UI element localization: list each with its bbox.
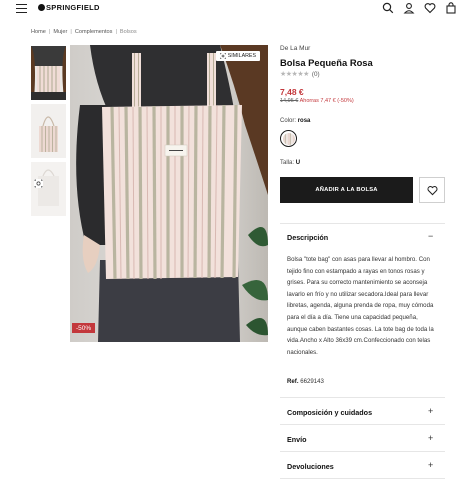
ref-value: 6629143 <box>300 378 324 385</box>
heart-icon <box>427 185 437 195</box>
returns-toggle[interactable]: Devoluciones <box>287 462 334 471</box>
shipping-toggle[interactable]: Envío <box>287 435 307 444</box>
size-value: U <box>295 160 301 166</box>
scan-icon <box>219 53 226 59</box>
description-text: Bolsa "tote bag" con asas para llevar al… <box>287 256 434 356</box>
current-price: 7,48 € <box>280 87 304 97</box>
breadcrumb-separator: | <box>48 29 51 35</box>
old-price: 14,95 € <box>280 98 299 104</box>
thumbnail-photo <box>31 162 66 216</box>
size-label-text: Talla: <box>280 160 295 166</box>
main-product-image[interactable]: SIMILARES -50% <box>70 45 268 342</box>
thumbnail-photo <box>31 104 66 158</box>
breadcrumb: Home | Mujer | Complementos | Bolsos <box>31 29 137 35</box>
thumbnail-3-similar[interactable] <box>31 162 66 216</box>
savings-text: Ahorras 7,47 € (-50%) <box>299 98 354 104</box>
product-photo <box>70 45 268 342</box>
breadcrumb-mujer[interactable]: Mujer <box>53 29 67 35</box>
plus-icon[interactable]: + <box>428 461 433 470</box>
divider <box>280 397 445 398</box>
breadcrumb-complementos[interactable]: Complementos <box>75 29 113 35</box>
color-label: Color: rosa <box>280 118 310 124</box>
color-label-text: Color: <box>280 118 297 124</box>
swatch-pattern <box>282 132 295 145</box>
thumbnail-photo <box>31 46 66 100</box>
old-price-line: 14,95 € Ahorras 7,47 € (-50%) <box>280 98 354 104</box>
size-label: Talla: U <box>280 160 300 166</box>
product-reference: Ref. 6629143 <box>287 378 324 385</box>
breadcrumb-bolsos[interactable]: Bolsos <box>120 29 137 35</box>
product-brand[interactable]: De La Mur <box>280 45 310 52</box>
logo-mark-icon <box>38 4 45 11</box>
heart-icon[interactable] <box>424 2 436 14</box>
breadcrumb-separator: | <box>115 29 117 35</box>
divider <box>280 424 445 425</box>
divider <box>280 451 445 452</box>
breadcrumb-home[interactable]: Home <box>31 29 46 35</box>
similares-button[interactable]: SIMILARES <box>215 51 260 61</box>
color-swatch-rosa[interactable] <box>280 130 297 147</box>
minus-icon[interactable]: − <box>428 232 433 241</box>
user-icon[interactable] <box>403 2 415 14</box>
discount-badge: -50% <box>72 323 96 333</box>
divider <box>280 478 445 479</box>
thumbnail-1[interactable] <box>31 46 66 100</box>
similares-label: SIMILARES <box>227 53 256 59</box>
plus-icon[interactable]: + <box>428 407 433 416</box>
header-icons <box>382 2 457 14</box>
add-to-bag-button[interactable]: AÑADIR A LA BOLSA <box>280 177 413 203</box>
search-icon[interactable] <box>382 2 394 14</box>
product-rating[interactable]: ★★★★★ (0) <box>280 70 320 79</box>
product-title: Bolsa Pequeña Rosa <box>280 57 373 68</box>
breadcrumb-separator: | <box>70 29 72 35</box>
composition-toggle[interactable]: Composición y cuidados <box>287 408 372 417</box>
rating-stars-icon: ★★★★★ <box>280 71 309 78</box>
menu-icon[interactable] <box>16 4 27 14</box>
logo-text: SPRINGFIELD <box>46 3 100 12</box>
color-value: rosa <box>297 118 311 124</box>
review-count: (0) <box>311 70 320 78</box>
ref-label: Ref. <box>287 378 299 385</box>
wishlist-button[interactable] <box>419 177 445 203</box>
bag-icon[interactable] <box>445 2 457 14</box>
site-logo[interactable]: SPRINGFIELD <box>38 3 100 12</box>
site-header: SPRINGFIELD <box>0 0 475 18</box>
divider <box>280 223 445 224</box>
plus-icon[interactable]: + <box>428 434 433 443</box>
description-toggle[interactable]: Descripción <box>287 233 328 242</box>
thumbnail-2[interactable] <box>31 104 66 158</box>
